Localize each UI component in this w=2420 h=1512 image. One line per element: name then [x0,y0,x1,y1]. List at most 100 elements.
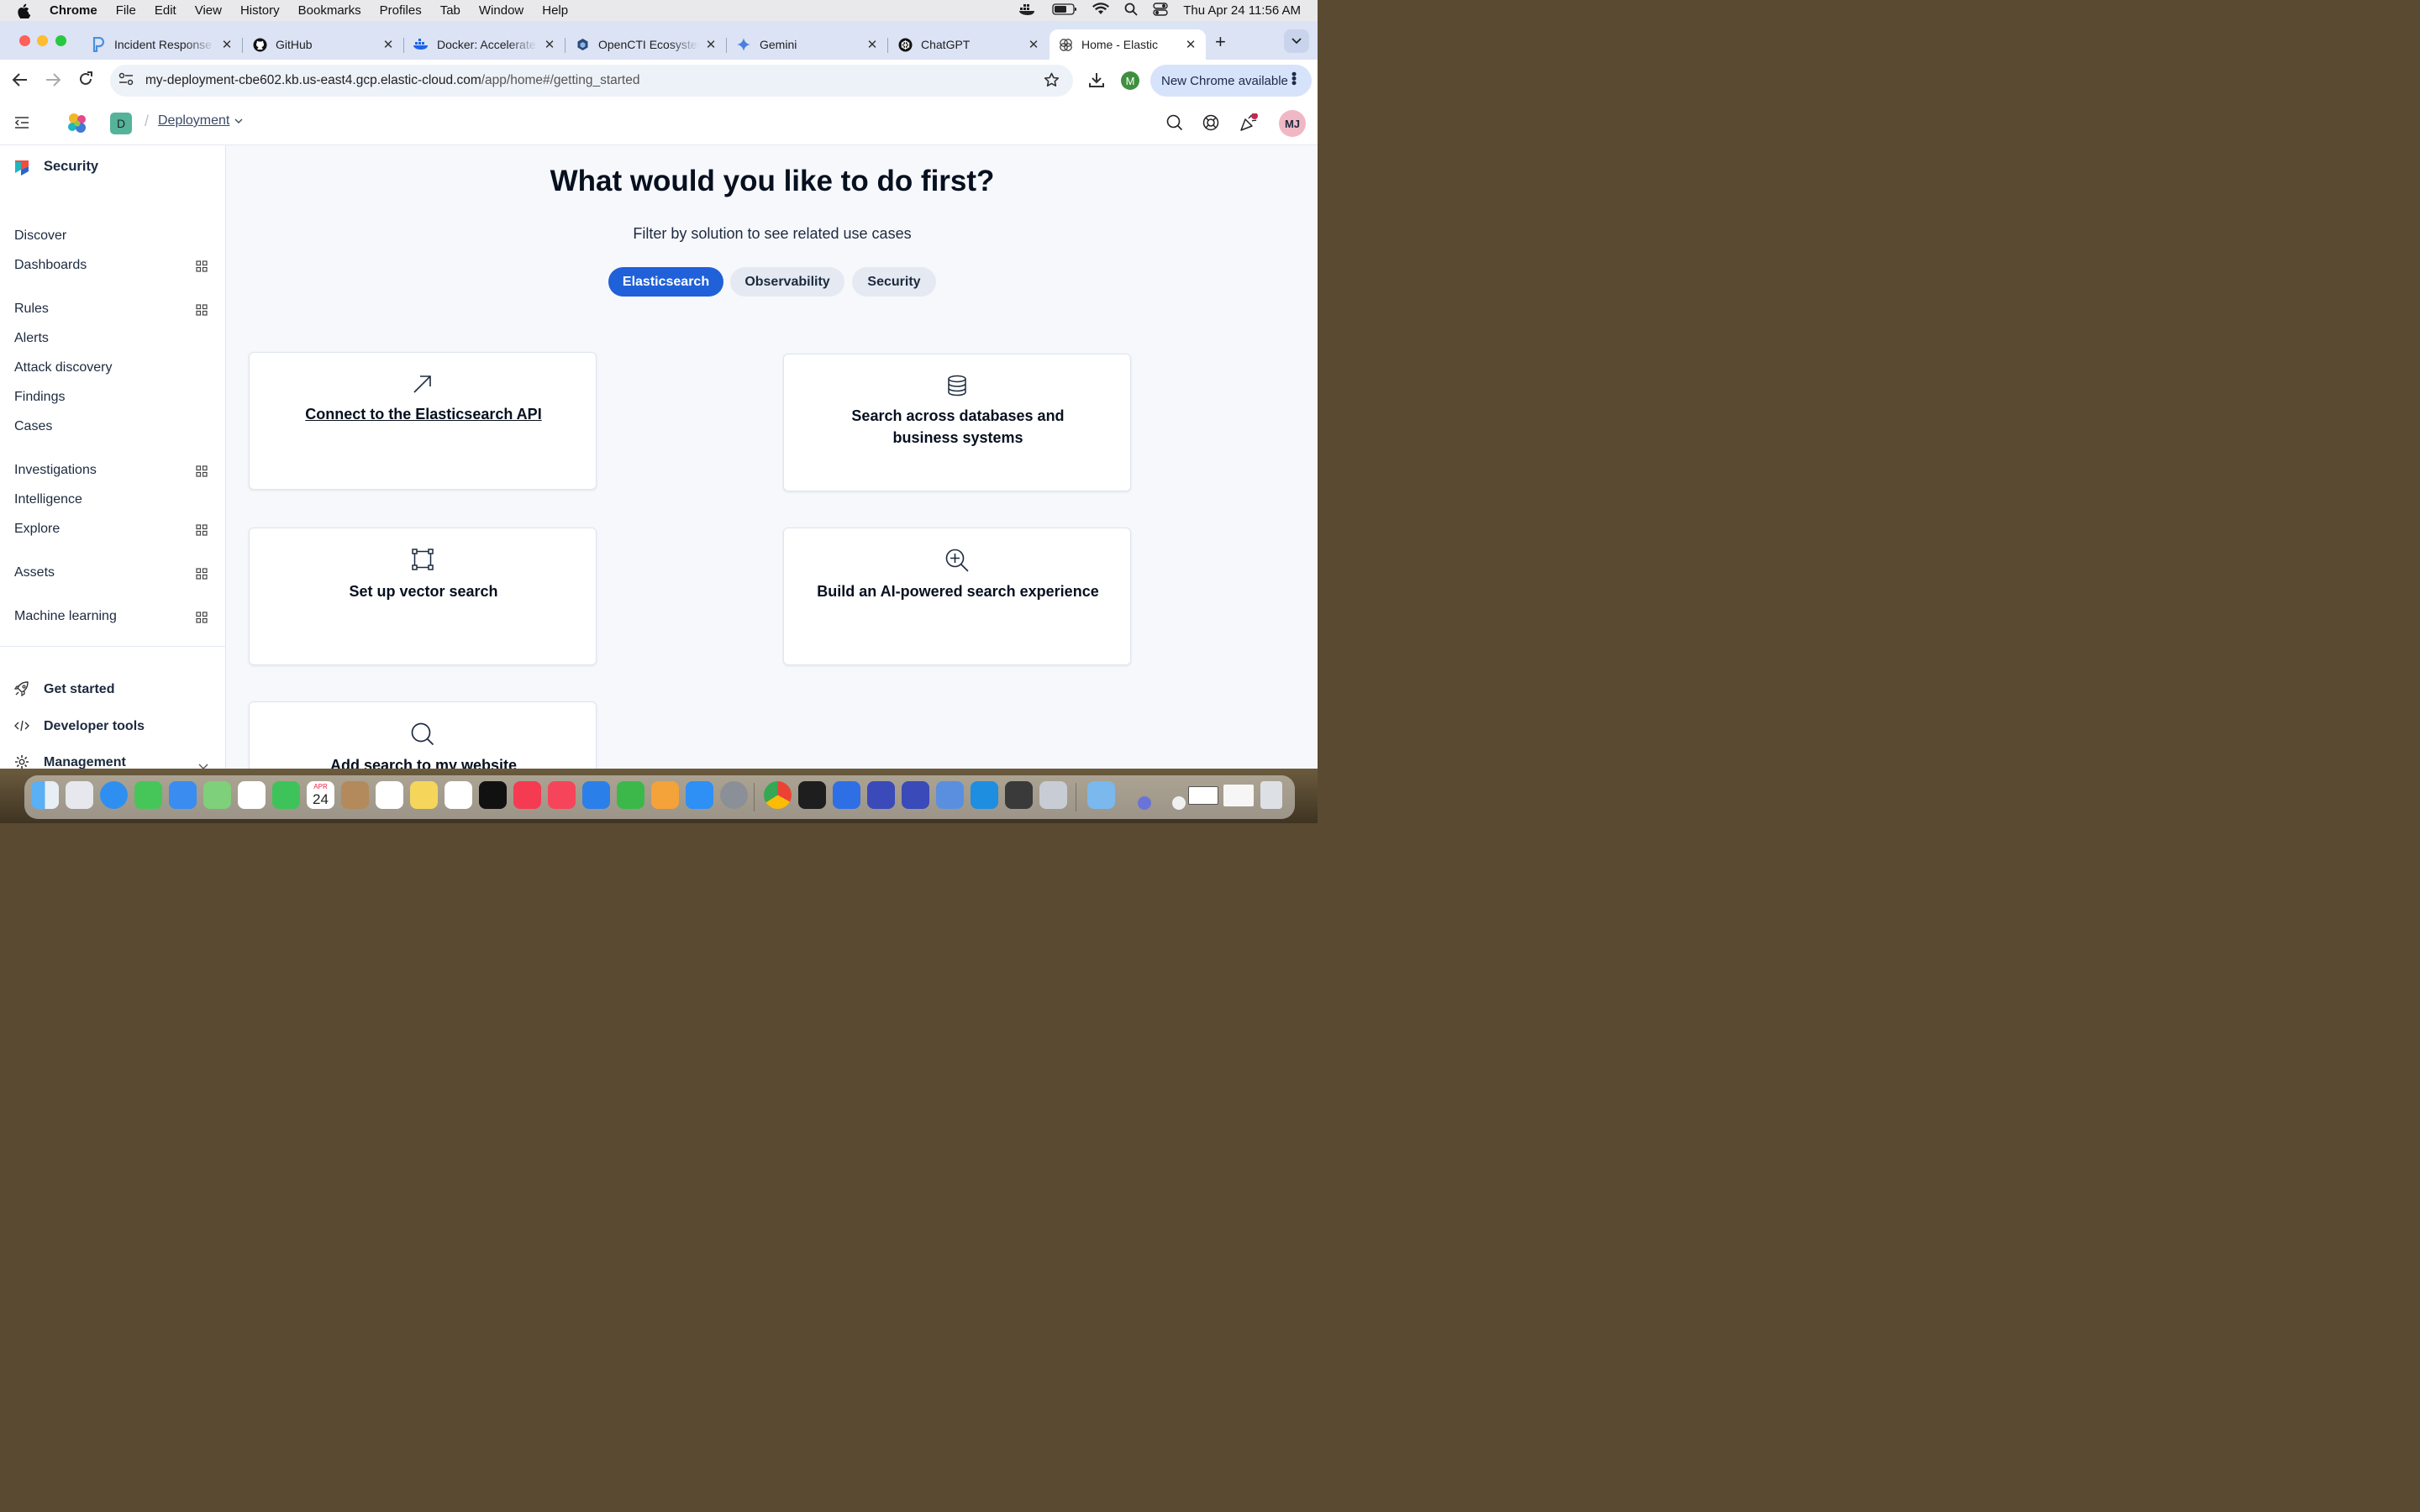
panel-grid-icon[interactable] [196,260,208,272]
sidebar-item-alerts[interactable]: Alerts [14,331,49,346]
menu-bookmarks[interactable]: Bookmarks [298,3,361,18]
freeform-icon[interactable] [445,781,472,809]
sidebar-item-attack-discovery[interactable]: Attack discovery [14,360,112,375]
xcode-icon[interactable] [936,781,964,809]
zoom-window-button[interactable] [55,35,66,46]
menu-file[interactable]: File [116,3,136,18]
contacts-icon[interactable] [341,781,369,809]
music-icon[interactable] [513,781,541,809]
menu-edit[interactable]: Edit [155,3,176,18]
sidebar-item-findings[interactable]: Findings [14,390,65,405]
close-tab-icon[interactable]: ✕ [865,37,879,52]
help-icon[interactable] [1202,114,1219,135]
menu-window[interactable]: Window [479,3,523,18]
sidebar-title[interactable]: Security [44,159,98,175]
panel-grid-icon[interactable] [196,465,208,477]
window-thumbnail-icon[interactable] [1188,786,1218,805]
document-thumbnail-icon[interactable] [1223,785,1254,806]
elastic-logo-icon[interactable] [66,112,89,139]
wifi-icon[interactable] [1092,3,1110,18]
tab-gemini[interactable]: Gemini ✕ [736,29,879,60]
collapse-nav-icon[interactable] [14,116,29,134]
menu-profiles[interactable]: Profiles [380,3,422,18]
chrome-window-thumbnail-icon[interactable] [1172,796,1186,810]
card-vector-search[interactable]: Set up vector search [249,528,597,665]
chrome-icon[interactable] [764,781,792,809]
facetime-icon[interactable] [272,781,300,809]
new-chrome-available-button[interactable]: New Chrome available ••• [1150,65,1312,97]
user-avatar[interactable]: MJ [1279,110,1306,137]
address-bar[interactable]: my-deployment-cbe602.kb.us-east4.gcp.ela… [110,65,1073,97]
tab-docker[interactable]: Docker: Accelerate ✕ [413,29,556,60]
close-window-button[interactable] [19,35,30,46]
menu-app-name[interactable]: Chrome [50,3,97,18]
panel-grid-icon[interactable] [196,304,208,316]
management-link[interactable]: Management [44,755,126,769]
bluetooth-icon[interactable] [833,781,860,809]
sidebar-item-intelligence[interactable]: Intelligence [14,492,82,507]
sidebar-item-investigations[interactable]: Investigations [14,463,97,478]
chevron-down-icon[interactable] [198,759,208,769]
site-info-icon[interactable] [118,72,134,90]
sublime-text-icon[interactable] [1005,781,1033,809]
minimize-window-button[interactable] [37,35,48,46]
menu-help[interactable]: Help [542,3,568,18]
preview-icon[interactable] [1039,781,1067,809]
sidebar-item-explore[interactable]: Explore [14,522,60,537]
tab-opencti[interactable]: OpenCTI Ecosystem ✕ [575,29,718,60]
close-tab-icon[interactable]: ✕ [543,37,556,52]
panel-grid-icon[interactable] [196,568,208,580]
card-website-search[interactable]: Add search to my website [249,701,597,769]
new-tab-icon[interactable]: + [1215,31,1226,53]
panel-grid-icon[interactable] [196,524,208,536]
spotlight-icon[interactable] [1124,3,1138,19]
deployment-badge[interactable]: D [110,113,132,134]
apple-tv-icon[interactable] [479,781,507,809]
close-tab-icon[interactable]: ✕ [1027,37,1040,52]
docker-icon[interactable] [971,781,998,809]
news-icon[interactable] [548,781,576,809]
menu-tab[interactable]: Tab [440,3,460,18]
close-tab-icon[interactable]: ✕ [220,37,234,52]
panel-grid-icon[interactable] [196,612,208,623]
card-connect-api[interactable]: Connect to the Elasticsearch API [249,352,597,490]
filter-observability[interactable]: Observability [730,267,844,297]
menubar-clock[interactable]: Thu Apr 24 11:56 AM [1183,3,1301,18]
apple-icon[interactable] [18,3,34,18]
numbers-icon[interactable] [617,781,644,809]
photos-icon[interactable] [238,781,266,809]
back-icon[interactable] [12,72,29,92]
kebab-menu-icon[interactable]: ••• [1286,71,1302,85]
card-title[interactable]: Connect to the Elasticsearch API [266,403,581,425]
close-tab-icon[interactable]: ✕ [1184,37,1197,52]
tab-chatgpt[interactable]: ChatGPT ✕ [897,29,1040,60]
sidebar-item-assets[interactable]: Assets [14,565,55,580]
sidebar-item-discover[interactable]: Discover [14,228,66,244]
app-store-icon[interactable] [686,781,713,809]
mail-icon[interactable] [169,781,197,809]
close-tab-icon[interactable]: ✕ [704,37,718,52]
tab-search-icon[interactable] [1284,29,1309,53]
calendar-icon[interactable]: APR 24 [307,781,334,809]
tab-incident-response[interactable]: Incident Response ✕ [91,29,234,60]
pages-icon[interactable] [651,781,679,809]
download-icon[interactable] [1088,71,1105,92]
trash-icon[interactable] [1260,781,1282,809]
sidebar-item-machine-learning[interactable]: Machine learning [14,609,117,624]
tab-github[interactable]: GitHub ✕ [252,29,395,60]
close-tab-icon[interactable]: ✕ [381,37,395,52]
forward-icon[interactable] [45,72,61,92]
news-feed-icon[interactable] [1239,113,1258,136]
docker-status-icon[interactable] [1018,3,1037,19]
filter-elasticsearch[interactable]: Elasticsearch [608,267,723,297]
virtual-machine-icon[interactable] [902,781,929,809]
breadcrumb-deployment[interactable]: Deployment [158,113,243,129]
folder-icon[interactable] [1087,781,1115,809]
sidebar-item-cases[interactable]: Cases [14,419,52,434]
launchpad-icon[interactable] [66,781,93,809]
finder-icon[interactable] [31,781,59,809]
developer-tools-link[interactable]: Developer tools [44,719,145,734]
menu-history[interactable]: History [240,3,280,18]
minimized-window-icon[interactable] [1138,796,1151,810]
terminal-icon[interactable] [798,781,826,809]
